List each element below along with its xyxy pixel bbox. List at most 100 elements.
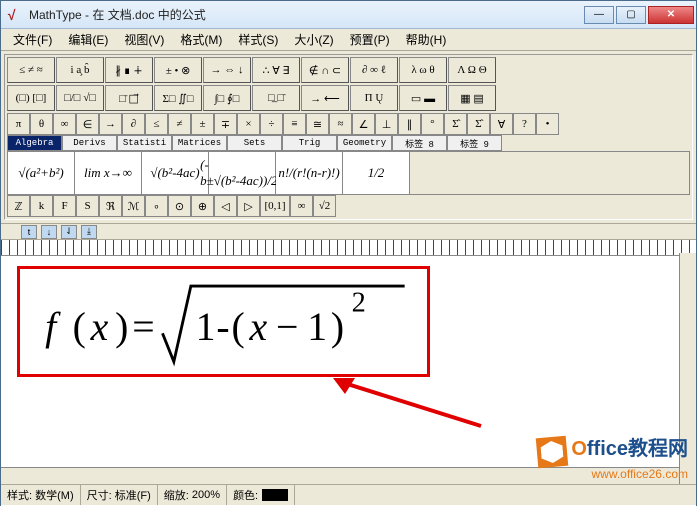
svg-text:x: x [90, 305, 109, 349]
sym-interval[interactable]: [0,1] [260, 195, 290, 217]
tab-trig[interactable]: Trig [282, 135, 337, 151]
palette-relation[interactable]: ≤ ≠ ≈ [7, 57, 55, 83]
tab-stats[interactable]: Statisti [117, 135, 172, 151]
menu-view[interactable]: 视图(V) [116, 29, 172, 50]
sym-f[interactable]: F [53, 195, 76, 217]
status-color[interactable]: 颜色: [227, 485, 295, 505]
template-integral[interactable]: ∫□ ∮□ [203, 85, 251, 111]
palette-greek-lower[interactable]: λ ω θ [399, 57, 447, 83]
mini-btn-2[interactable]: ↓ [41, 225, 57, 239]
sym-leq[interactable]: ≤ [145, 113, 168, 135]
sym-div[interactable]: ÷ [260, 113, 283, 135]
sym-sumhat2[interactable]: Σ̂ [467, 113, 490, 135]
palette-accent[interactable]: i a̧ b̂ [56, 57, 104, 83]
sym-times[interactable]: × [237, 113, 260, 135]
sym-s[interactable]: S [76, 195, 99, 217]
sym-rarr[interactable]: → [99, 113, 122, 135]
ruler[interactable] [1, 240, 696, 256]
tmpl-quadratic[interactable]: (-b±√(b²-4ac))/2a [209, 152, 276, 194]
menu-file[interactable]: 文件(F) [5, 29, 60, 50]
sym-sumhat1[interactable]: Σ̂ [444, 113, 467, 135]
sym-ltri[interactable]: ◁ [214, 195, 237, 217]
sym-infty[interactable]: ∞ [53, 113, 76, 135]
sym-angle[interactable]: ∠ [352, 113, 375, 135]
sym-z[interactable]: ℤ [7, 195, 30, 217]
palette-calc[interactable]: ∂ ∞ ℓ [350, 57, 398, 83]
tab-sets[interactable]: Sets [227, 135, 282, 151]
sym-m[interactable]: ℳ [122, 195, 145, 217]
tab-8[interactable]: 标签 8 [392, 135, 447, 151]
menu-size[interactable]: 大小(Z) [286, 29, 341, 50]
sym-rtri[interactable]: ▷ [237, 195, 260, 217]
minimize-button[interactable]: — [584, 6, 614, 24]
watermark-cube-icon [536, 436, 569, 469]
menu-preset[interactable]: 预置(P) [342, 29, 398, 50]
close-button[interactable]: ✕ [648, 6, 694, 24]
sym-k[interactable]: k [30, 195, 53, 217]
tmpl-binomial[interactable]: n!/(r!(n-r)!) [276, 152, 343, 194]
app-window: √ MathType - 在 文档.doc 中的公式 — ▢ ✕ 文件(F) 编… [0, 0, 697, 506]
tmpl-sqrt-sum[interactable]: √(a²+b²) [8, 152, 75, 194]
tmpl-discriminant[interactable]: √(b²-4ac) [142, 152, 209, 194]
sym-q[interactable]: ? [513, 113, 536, 135]
sym-re[interactable]: ℜ [99, 195, 122, 217]
mini-btn-1[interactable]: t [21, 225, 37, 239]
sym-elem[interactable]: ∈ [76, 113, 99, 135]
sym-equiv[interactable]: ≡ [283, 113, 306, 135]
sym-forall[interactable]: ∀ [490, 113, 513, 135]
svg-text:2: 2 [352, 288, 366, 319]
palette-set[interactable]: ∉ ∩ ⊂ [301, 57, 349, 83]
sym-mp[interactable]: ∓ [214, 113, 237, 135]
sym-infty2[interactable]: ∞ [290, 195, 313, 217]
template-fraction[interactable]: □/□ √□ [56, 85, 104, 111]
palette-operator[interactable]: ± • ⊗ [154, 57, 202, 83]
menu-edit[interactable]: 编辑(E) [60, 29, 116, 50]
sym-oplus[interactable]: ⊕ [191, 195, 214, 217]
status-size[interactable]: 尺寸: 标准(F) [81, 485, 158, 505]
palette-greek-upper[interactable]: Λ Ω Θ [448, 57, 496, 83]
sym-pi[interactable]: π [7, 113, 30, 135]
sym-partial[interactable]: ∂ [122, 113, 145, 135]
sym-theta[interactable]: θ [30, 113, 53, 135]
sym-circ[interactable]: ∘ [145, 195, 168, 217]
status-zoom[interactable]: 缩放: 200% [158, 485, 227, 505]
palette-logic[interactable]: ∴ ∀ ∃ [252, 57, 300, 83]
tab-geometry[interactable]: Geometry [337, 135, 392, 151]
status-size-label: 尺寸: [87, 487, 112, 503]
menu-help[interactable]: 帮助(H) [398, 29, 455, 50]
status-style[interactable]: 样式: 数学(M) [1, 485, 81, 505]
tab-algebra[interactable]: Algebra [7, 135, 62, 151]
tab-matrices[interactable]: Matrices [172, 135, 227, 151]
palette-spacing[interactable]: ∦ ∎ ∔ [105, 57, 153, 83]
tab-derivs[interactable]: Derivs [62, 135, 117, 151]
sym-pm[interactable]: ± [191, 113, 214, 135]
template-box[interactable]: ▭ ▬ [399, 85, 447, 111]
sym-neq[interactable]: ≠ [168, 113, 191, 135]
sym-cong[interactable]: ≅ [306, 113, 329, 135]
template-underover[interactable]: □̲ □̄ [252, 85, 300, 111]
color-swatch [262, 489, 288, 501]
mini-btn-4[interactable]: ⤓ [81, 225, 97, 239]
mini-btn-3[interactable]: ⇃ [61, 225, 77, 239]
palette-arrow[interactable]: → ⇔ ↓ [203, 57, 251, 83]
sym-odot[interactable]: ⊙ [168, 195, 191, 217]
menu-style[interactable]: 样式(S) [230, 29, 286, 50]
template-fence[interactable]: (□) [□] [7, 85, 55, 111]
template-product[interactable]: Π Ų [350, 85, 398, 111]
template-arrow[interactable]: → ⟵ [301, 85, 349, 111]
menu-format[interactable]: 格式(M) [172, 29, 230, 50]
maximize-button[interactable]: ▢ [616, 6, 646, 24]
sym-bullet[interactable]: • [536, 113, 559, 135]
tmpl-limit[interactable]: lim x→∞ [75, 152, 142, 194]
sym-degree[interactable]: ° [421, 113, 444, 135]
tmpl-half[interactable]: 1/2 [343, 152, 410, 194]
tab-9[interactable]: 标签 9 [447, 135, 502, 151]
sym-parallel[interactable]: ∥ [398, 113, 421, 135]
template-overbar[interactable]: □̄ □⃗ [105, 85, 153, 111]
watermark-brand-o: O [571, 438, 587, 460]
sym-sqrt2[interactable]: √2 [313, 195, 336, 217]
template-matrix[interactable]: ▦ ▤ [448, 85, 496, 111]
sym-approx[interactable]: ≈ [329, 113, 352, 135]
sym-perp[interactable]: ⊥ [375, 113, 398, 135]
template-sum[interactable]: Σ□ ∬□ [154, 85, 202, 111]
